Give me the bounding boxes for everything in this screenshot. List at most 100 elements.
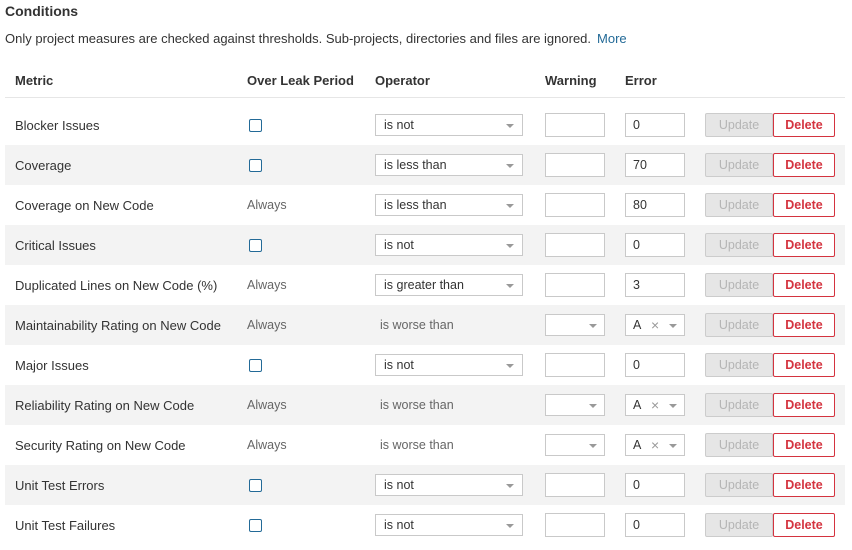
operator-select[interactable]: is less than (375, 154, 523, 176)
update-button[interactable]: Update (705, 513, 773, 537)
error-input[interactable]: 0 (625, 113, 685, 137)
operator-select[interactable]: is less than (375, 194, 523, 216)
error-cell: 0 (625, 105, 685, 145)
update-button[interactable]: Update (705, 273, 773, 297)
operator-cell: is less than (375, 185, 523, 225)
chevron-down-icon (506, 164, 514, 168)
operator-select[interactable]: is not (375, 474, 523, 496)
row-actions: Update Delete (705, 345, 835, 385)
leak-period-cell (247, 465, 262, 505)
update-button[interactable]: Update (705, 473, 773, 497)
update-button[interactable]: Update (705, 393, 773, 417)
warning-input[interactable] (545, 473, 605, 497)
error-input[interactable]: 0 (625, 513, 685, 537)
warning-cell (545, 305, 605, 345)
operator-text: is worse than (380, 398, 454, 412)
operator-cell: is not (375, 505, 523, 545)
warning-input[interactable] (545, 233, 605, 257)
error-rating-select[interactable]: A × (625, 394, 685, 416)
leak-period-always: Always (247, 318, 287, 332)
metric-name: Duplicated Lines on New Code (%) (15, 277, 218, 293)
operator-select[interactable]: is not (375, 354, 523, 376)
over-leak-period-checkbox[interactable] (249, 358, 262, 372)
column-operator: Operator (375, 73, 430, 88)
operator-cell: is not (375, 345, 523, 385)
leak-period-cell (247, 145, 262, 185)
update-button[interactable]: Update (705, 313, 773, 337)
table-row: Blocker Issues is not 0 Update Delete (5, 105, 845, 145)
update-button[interactable]: Update (705, 233, 773, 257)
delete-button[interactable]: Delete (773, 193, 835, 217)
metric-name: Blocker Issues (15, 117, 100, 133)
warning-input[interactable] (545, 353, 605, 377)
error-input[interactable]: 0 (625, 353, 685, 377)
warning-rating-select[interactable] (545, 434, 605, 456)
column-over-leak-period: Over Leak Period (247, 73, 354, 88)
delete-button[interactable]: Delete (773, 273, 835, 297)
operator-cell: is not (375, 105, 523, 145)
row-actions: Update Delete (705, 385, 835, 425)
leak-period-always: Always (247, 398, 287, 412)
leak-period-always: Always (247, 438, 287, 452)
update-button[interactable]: Update (705, 113, 773, 137)
error-input[interactable]: 3 (625, 273, 685, 297)
operator-select[interactable]: is not (375, 514, 523, 536)
warning-input[interactable] (545, 113, 605, 137)
warning-input[interactable] (545, 193, 605, 217)
metric-name: Security Rating on New Code (15, 437, 186, 453)
warning-rating-select[interactable] (545, 394, 605, 416)
clear-icon[interactable]: × (651, 317, 659, 333)
delete-button[interactable]: Delete (773, 153, 835, 177)
operator-select[interactable]: is not (375, 114, 523, 136)
error-input[interactable]: 80 (625, 193, 685, 217)
update-button[interactable]: Update (705, 153, 773, 177)
error-cell: A × (625, 425, 685, 465)
chevron-down-icon (669, 324, 677, 328)
warning-input[interactable] (545, 273, 605, 297)
error-cell: 0 (625, 225, 685, 265)
conditions-table-body: Blocker Issues is not 0 Update Delete Coverag… (5, 105, 845, 545)
warning-rating-select[interactable] (545, 314, 605, 336)
update-button[interactable]: Update (705, 433, 773, 457)
delete-button[interactable]: Delete (773, 393, 835, 417)
update-button[interactable]: Update (705, 353, 773, 377)
operator-cell: is not (375, 225, 523, 265)
over-leak-period-checkbox[interactable] (249, 118, 262, 132)
error-input[interactable]: 70 (625, 153, 685, 177)
error-input[interactable]: 0 (625, 233, 685, 257)
row-actions: Update Delete (705, 265, 835, 305)
operator-value: is not (384, 478, 414, 492)
warning-input[interactable] (545, 153, 605, 177)
delete-button[interactable]: Delete (773, 353, 835, 377)
error-rating-select[interactable]: A × (625, 314, 685, 336)
error-input[interactable]: 0 (625, 473, 685, 497)
over-leak-period-checkbox[interactable] (249, 238, 262, 252)
error-cell: 0 (625, 505, 685, 545)
error-rating-select[interactable]: A × (625, 434, 685, 456)
leak-period-cell (247, 505, 262, 545)
operator-value: is not (384, 118, 414, 132)
leak-period-always: Always (247, 198, 287, 212)
warning-cell (545, 505, 605, 545)
operator-select[interactable]: is not (375, 234, 523, 256)
delete-button[interactable]: Delete (773, 473, 835, 497)
over-leak-period-checkbox[interactable] (249, 518, 262, 532)
update-button[interactable]: Update (705, 193, 773, 217)
delete-button[interactable]: Delete (773, 113, 835, 137)
operator-select[interactable]: is greater than (375, 274, 523, 296)
over-leak-period-checkbox[interactable] (249, 478, 262, 492)
quality-gate-conditions: Conditions Only project measures are che… (0, 0, 852, 550)
warning-input[interactable] (545, 513, 605, 537)
delete-button[interactable]: Delete (773, 233, 835, 257)
warning-cell (545, 345, 605, 385)
more-link[interactable]: More (597, 31, 627, 46)
clear-icon[interactable]: × (651, 437, 659, 453)
chevron-down-icon (669, 404, 677, 408)
metric-name: Reliability Rating on New Code (15, 397, 195, 413)
metric-name: Critical Issues (15, 237, 96, 253)
over-leak-period-checkbox[interactable] (249, 158, 262, 172)
clear-icon[interactable]: × (651, 397, 659, 413)
delete-button[interactable]: Delete (773, 313, 835, 337)
delete-button[interactable]: Delete (773, 513, 835, 537)
delete-button[interactable]: Delete (773, 433, 835, 457)
